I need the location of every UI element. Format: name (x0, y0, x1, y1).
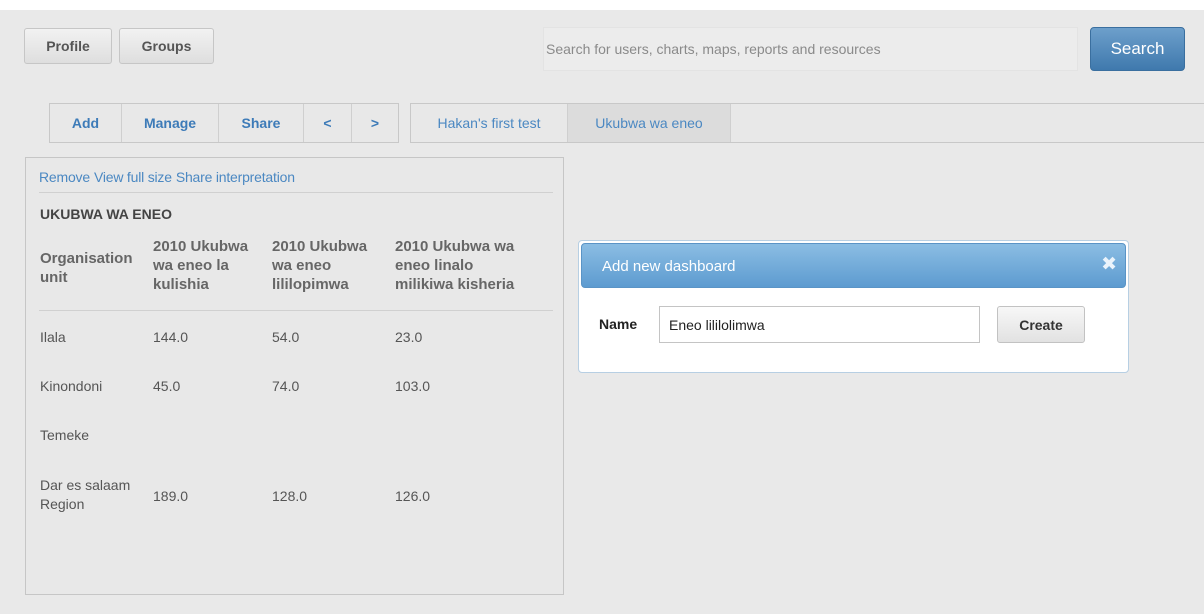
column-header-lililopimwa: 2010 Ukubwa wa eneo lililopimwa (272, 238, 368, 293)
dashboard-item-panel: Remove View full size Share interpretation… (25, 157, 564, 595)
profile-button[interactable]: Profile (24, 28, 112, 64)
table-cell: 54.0 (272, 329, 300, 345)
dialog-header: Add new dashboard ✖ (581, 243, 1126, 288)
name-label: Name (599, 316, 638, 332)
table-cell: 74.0 (272, 378, 300, 394)
manage-button[interactable]: Manage (122, 104, 219, 142)
table-cell-unit: Kinondoni (40, 378, 103, 394)
search-input[interactable] (543, 27, 1078, 71)
table-cell: 126.0 (395, 488, 431, 504)
table-title: UKUBWA WA ENEO (40, 206, 172, 222)
table-cell-unit: Temeke (40, 427, 90, 443)
dashboard-toolbar: Add Manage Share < > (49, 103, 399, 143)
dashboard-tabs: Hakan's first test Ukubwa wa eneo (410, 103, 1204, 143)
add-button[interactable]: Add (50, 104, 122, 142)
table-cell: 128.0 (272, 488, 308, 504)
panel-actions: Remove View full size Share interpretation (39, 169, 299, 185)
view-full-size-link[interactable]: View full size (94, 169, 172, 185)
tab-hakans-first-test[interactable]: Hakan's first test (411, 104, 568, 142)
create-button[interactable]: Create (997, 306, 1085, 343)
table-cell: 45.0 (153, 378, 181, 394)
share-interpretation-link[interactable]: Share interpretation (176, 169, 295, 185)
remove-link[interactable]: Remove (39, 169, 90, 185)
table-cell: 103.0 (395, 378, 431, 394)
tab-ukubwa-wa-eneo[interactable]: Ukubwa wa eneo (568, 104, 731, 142)
column-header-milikiwa-kisheria: 2010 Ukubwa wa eneo linalo milikiwa kish… (395, 238, 515, 293)
table-cell-unit: Ilala (40, 329, 66, 345)
groups-button[interactable]: Groups (119, 28, 214, 64)
scroll-right-button[interactable]: > (352, 104, 398, 142)
table-cell: 144.0 (153, 329, 189, 345)
share-button[interactable]: Share (219, 104, 304, 142)
header-divider (39, 310, 553, 311)
column-header-organisation-unit: Organisation unit (40, 250, 133, 286)
name-field[interactable] (659, 306, 980, 343)
close-icon[interactable]: ✖ (1101, 255, 1117, 274)
add-dashboard-dialog: Add new dashboard ✖ Name Create (578, 240, 1129, 373)
search-button[interactable]: Search (1090, 27, 1185, 71)
dialog-title: Add new dashboard (602, 258, 736, 275)
divider (39, 192, 553, 193)
table-cell: 23.0 (395, 329, 423, 345)
table-cell-unit: Dar es salaam Region (40, 477, 131, 512)
table-cell: 189.0 (153, 488, 189, 504)
scroll-left-button[interactable]: < (304, 104, 352, 142)
column-header-kulishia: 2010 Ukubwa wa eneo la kulishia (153, 238, 249, 293)
